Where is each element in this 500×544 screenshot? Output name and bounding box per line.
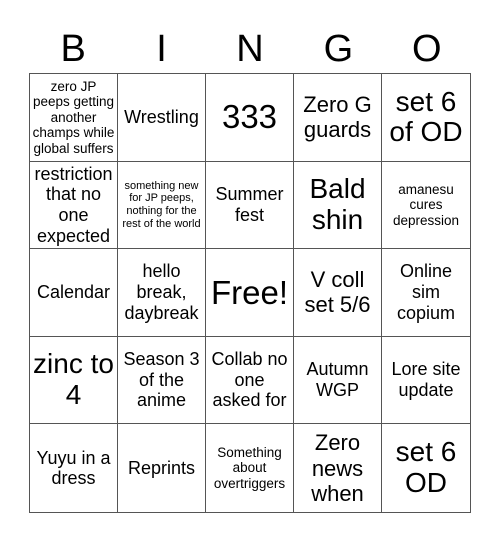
bingo-cell-text: restriction that no one expected — [34, 163, 113, 246]
bingo-cell-text: Lore site update — [391, 359, 461, 401]
header-letter-b: B — [60, 28, 86, 70]
bingo-cell-text: set 6 OD — [395, 436, 457, 499]
header-letter-n: N — [236, 28, 264, 70]
bingo-free-cell[interactable]: Free! — [206, 249, 294, 337]
header-letter-g: G — [323, 28, 354, 70]
bingo-cell[interactable]: zero JP peeps getting another champs whi… — [30, 74, 118, 162]
bingo-cell-text: zinc to 4 — [33, 348, 114, 411]
bingo-cell[interactable]: Reprints — [118, 424, 206, 512]
bingo-cell[interactable]: amanesu cures depression — [382, 162, 470, 250]
bingo-cell-text: Autumn WGP — [306, 359, 369, 401]
header-letter-i: I — [156, 28, 167, 70]
bingo-cell-text: 333 — [221, 98, 278, 136]
bingo-cell[interactable]: Autumn WGP — [294, 336, 382, 425]
bingo-cell[interactable]: hello break, daybreak — [118, 249, 206, 337]
bingo-cell[interactable]: Wrestling — [118, 74, 206, 162]
bingo-cell-text: hello break, daybreak — [124, 261, 199, 323]
bingo-cell[interactable]: Zero news when — [294, 424, 382, 512]
bingo-cell[interactable]: Season 3 of the anime — [118, 336, 206, 425]
bingo-cell[interactable]: Something about overtriggers — [206, 424, 294, 512]
bingo-cell-text: Summer fest — [215, 184, 284, 225]
bingo-cell-text: V coll set 5/6 — [304, 267, 371, 318]
bingo-cell[interactable]: Zero G guards — [294, 74, 382, 162]
bingo-cell-text: Calendar — [36, 282, 111, 303]
bingo-cell[interactable]: V coll set 5/6 — [294, 249, 382, 337]
bingo-cell-text: Zero news when — [311, 430, 364, 506]
bingo-cell-text: zero JP peeps getting another champs whi… — [32, 78, 115, 156]
bingo-header: B I N G O — [29, 26, 471, 72]
bingo-grid: zero JP peeps getting another champs whi… — [29, 73, 471, 513]
bingo-cell[interactable]: Bald shin — [294, 161, 382, 250]
bingo-cell-text: Collab no one asked for — [211, 349, 288, 411]
bingo-cell[interactable]: set 6 OD — [382, 424, 470, 512]
bingo-cell-text: Bald shin — [309, 173, 366, 235]
header-letter-o: O — [411, 28, 442, 70]
bingo-cell[interactable]: Online sim copium — [382, 249, 470, 337]
bingo-cell[interactable]: something new for JP peeps, nothing for … — [118, 161, 206, 250]
bingo-cell[interactable]: Calendar — [30, 249, 118, 337]
bingo-cell[interactable]: set 6 of OD — [382, 74, 470, 162]
bingo-cell-text: amanesu cures depression — [392, 181, 460, 228]
bingo-cell[interactable]: 333 — [206, 74, 294, 162]
bingo-cell-text: something new for JP peeps, nothing for … — [122, 179, 201, 230]
bingo-cell-text: Zero G guards — [303, 92, 372, 143]
bingo-cell[interactable]: restriction that no one expected — [30, 161, 118, 250]
bingo-cell[interactable]: zinc to 4 — [30, 336, 118, 425]
bingo-cell-text: Reprints — [127, 457, 196, 478]
bingo-cell[interactable]: Yuyu in a dress — [30, 424, 118, 512]
bingo-cell-text: Online sim copium — [396, 261, 456, 323]
bingo-cell-text: set 6 of OD — [389, 85, 463, 148]
bingo-cell-text: Season 3 of the anime — [123, 349, 200, 411]
bingo-cell-text: Wrestling — [124, 106, 199, 127]
bingo-cell[interactable]: Lore site update — [382, 337, 470, 425]
bingo-cell[interactable]: Collab no one asked for — [206, 336, 294, 425]
bingo-cell-text: Yuyu in a dress — [36, 447, 111, 489]
bingo-cell-text: Something about overtriggers — [213, 444, 286, 491]
bingo-cell[interactable]: Summer fest — [206, 161, 294, 250]
bingo-cell-text: Free! — [210, 273, 289, 311]
